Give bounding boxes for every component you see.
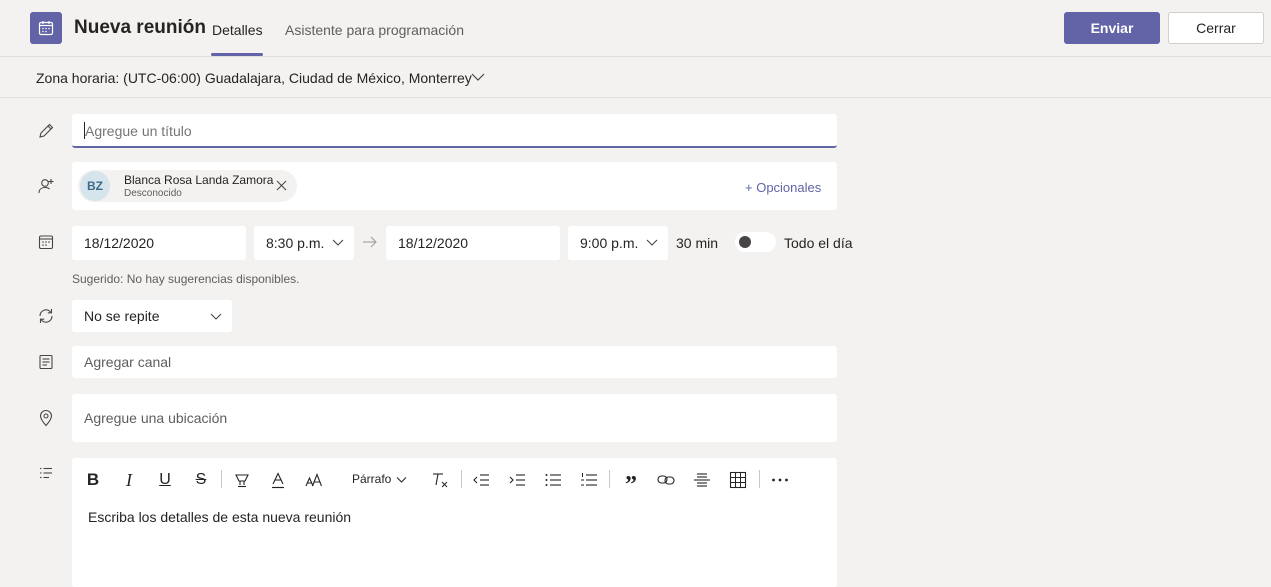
bold-icon[interactable]: B xyxy=(84,470,102,490)
start-time-value: 8:30 p.m. xyxy=(266,235,325,251)
title-input[interactable] xyxy=(84,122,824,140)
chevron-down-icon xyxy=(210,312,222,321)
details-list-icon xyxy=(37,465,55,483)
attendee-name: Blanca Rosa Landa Zamora xyxy=(124,173,274,187)
toolbar-divider xyxy=(461,470,462,488)
optional-attendees-link[interactable]: + Opcionales xyxy=(745,180,821,195)
repeat-icon xyxy=(37,307,55,325)
paragraph-format-select[interactable]: Párrafo xyxy=(352,472,391,486)
attendee-status: Desconocido xyxy=(124,188,182,199)
close-button[interactable]: Cerrar xyxy=(1168,12,1264,44)
arrow-right-icon xyxy=(362,236,378,248)
pencil-icon xyxy=(37,122,55,140)
chevron-down-icon xyxy=(646,238,658,247)
duration-label: 30 min xyxy=(676,235,719,251)
repeat-value: No se repite xyxy=(84,308,160,324)
clear-format-icon[interactable] xyxy=(430,470,450,490)
calendar-app-icon xyxy=(30,12,62,44)
toolbar-divider xyxy=(759,470,760,488)
increase-indent-icon[interactable] xyxy=(507,470,527,490)
channel-field[interactable] xyxy=(72,346,837,378)
location-placeholder: Agregue una ubicación xyxy=(84,410,228,426)
quote-icon[interactable]: ” xyxy=(621,470,641,498)
tab-details[interactable]: Detalles xyxy=(212,22,263,38)
timezone-selector[interactable]: Zona horaria: (UTC-06:00) Guadalajara, C… xyxy=(36,70,472,86)
active-tab-indicator xyxy=(211,53,263,56)
channel-placeholder: Agregar canal xyxy=(84,354,172,370)
highlight-icon[interactable] xyxy=(232,470,252,490)
start-date-value: 18/12/2020 xyxy=(84,235,155,251)
close-icon[interactable] xyxy=(276,180,287,191)
decrease-indent-icon[interactable] xyxy=(471,470,491,490)
add-person-icon xyxy=(37,177,55,195)
toolbar-divider xyxy=(609,470,610,488)
tab-scheduling-assistant[interactable]: Asistente para programación xyxy=(285,22,464,38)
channel-icon xyxy=(37,353,55,371)
avatar: BZ xyxy=(80,171,110,201)
end-time-value: 9:00 p.m. xyxy=(580,235,639,251)
end-date-value: 18/12/2020 xyxy=(398,235,469,251)
chevron-down-icon[interactable] xyxy=(471,72,485,82)
calendar-icon xyxy=(37,233,55,251)
table-icon[interactable] xyxy=(728,470,748,490)
toolbar-divider xyxy=(221,470,222,488)
bulleted-list-icon[interactable] xyxy=(543,470,563,490)
chevron-down-icon xyxy=(332,238,344,247)
underline-icon[interactable]: U xyxy=(156,470,174,490)
chevron-down-icon xyxy=(396,476,407,484)
toggle-knob xyxy=(739,236,751,248)
page-title: Nueva reunión xyxy=(74,17,206,38)
numbered-list-icon[interactable] xyxy=(579,470,599,490)
editor-placeholder: Escriba los detalles de esta nueva reuni… xyxy=(88,509,352,525)
send-button[interactable]: Enviar xyxy=(1064,12,1160,44)
font-size-icon[interactable] xyxy=(304,470,324,490)
horizontal-rule-icon[interactable] xyxy=(692,470,712,490)
suggestion-text: Sugerido: No hay sugerencias disponibles… xyxy=(72,272,300,286)
italic-icon[interactable]: I xyxy=(120,470,138,490)
strikethrough-icon[interactable]: S xyxy=(192,470,210,490)
more-options-icon[interactable] xyxy=(770,470,790,490)
text-cursor xyxy=(84,122,85,139)
all-day-label: Todo el día xyxy=(784,235,853,251)
link-icon[interactable] xyxy=(656,470,676,490)
font-color-icon[interactable] xyxy=(268,470,288,490)
location-pin-icon xyxy=(37,409,55,427)
